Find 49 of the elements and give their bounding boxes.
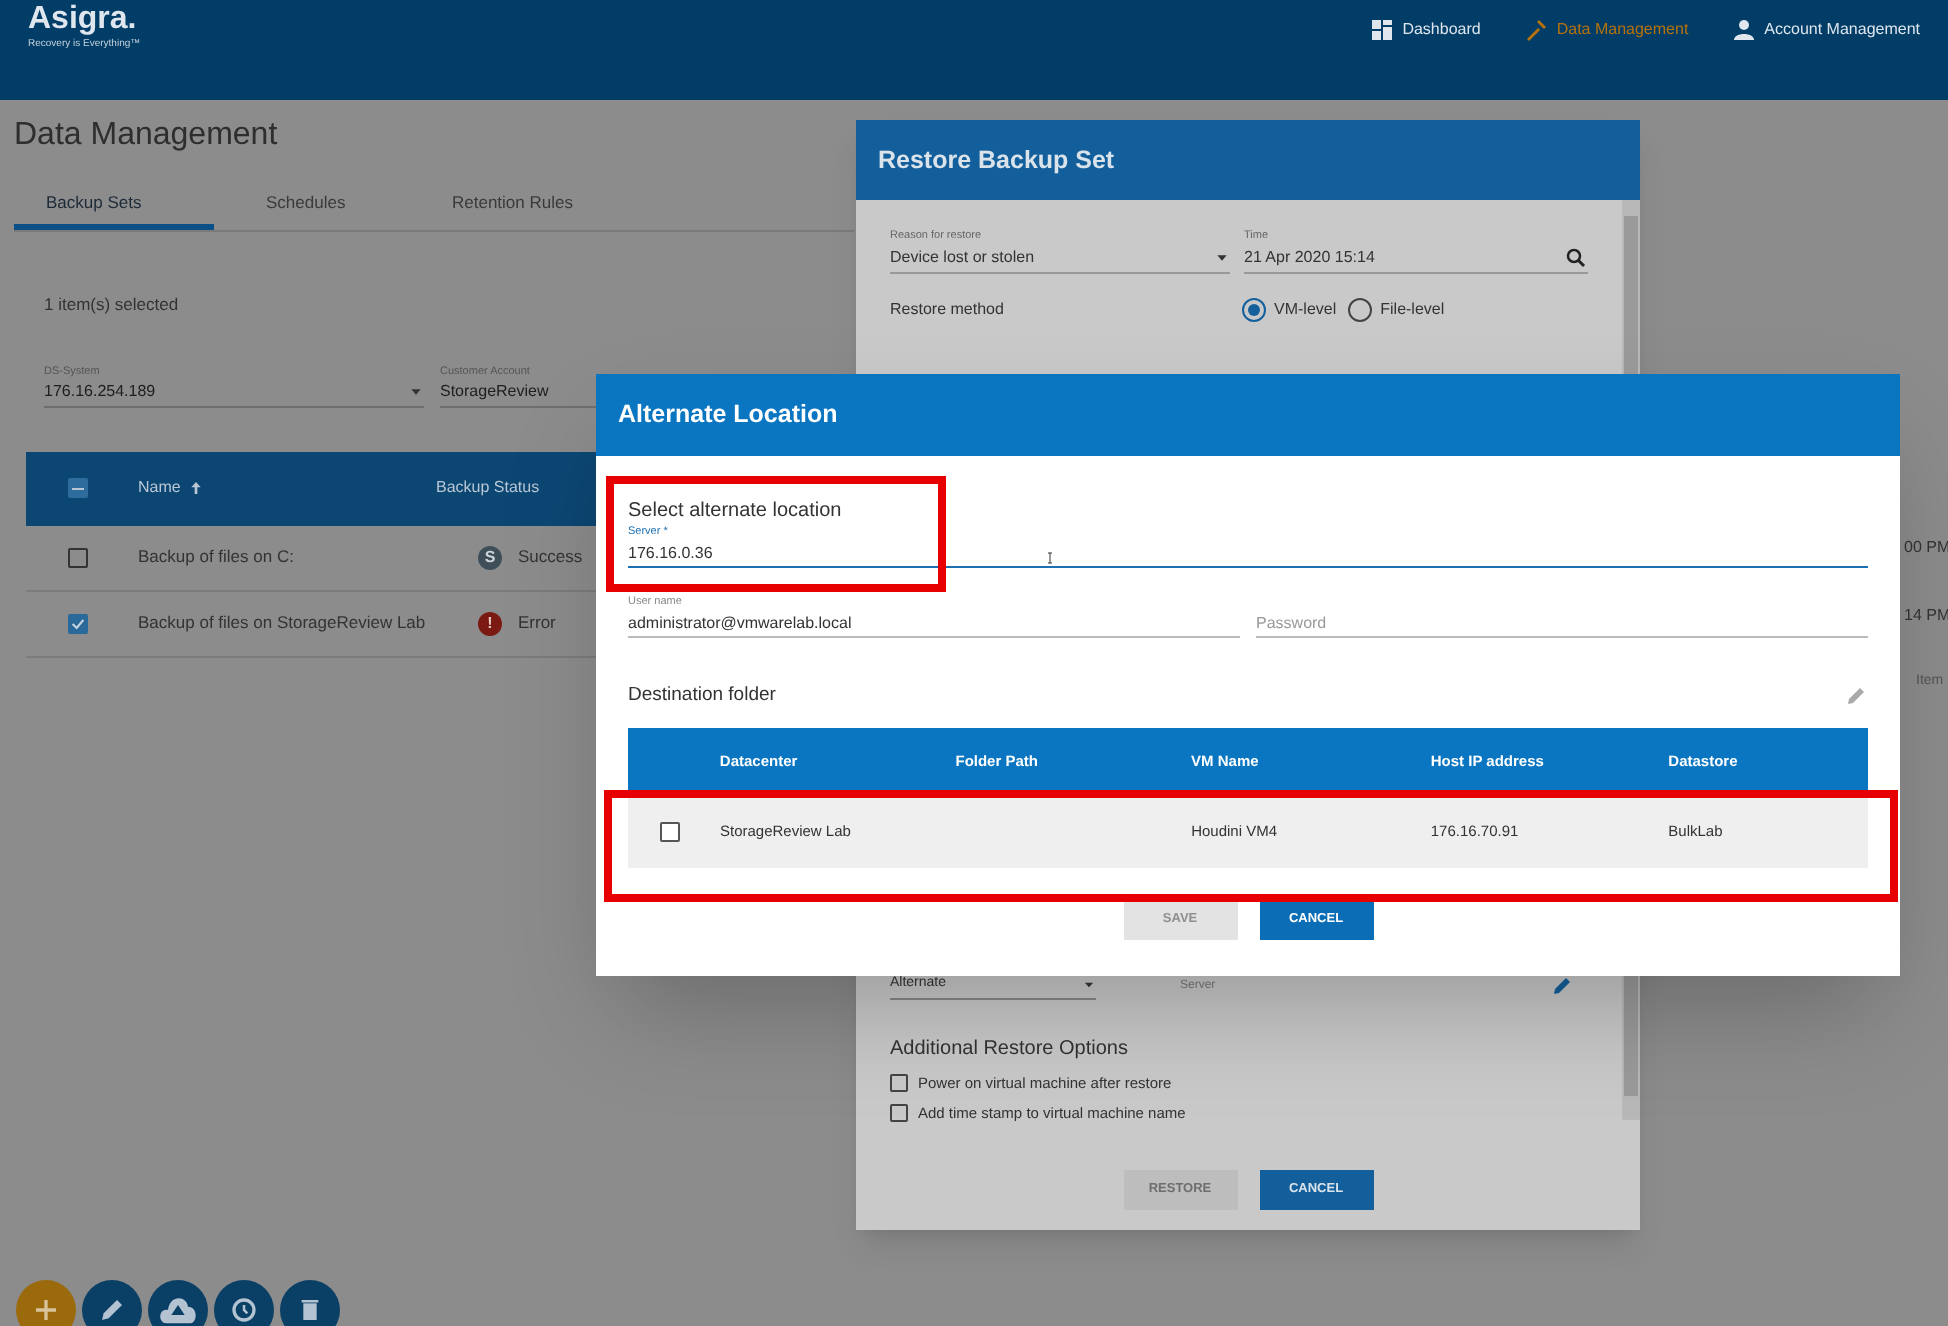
field-value: Device lost or stolen — [890, 246, 1035, 270]
action-button[interactable] — [214, 1280, 274, 1326]
row-checkbox[interactable] — [68, 613, 88, 634]
logo: Asigra. — [28, 2, 139, 38]
field-value: StorageReview — [440, 380, 549, 405]
selection-count: 1 item(s) selected — [44, 292, 179, 318]
dialog-title: Restore Backup Set — [856, 120, 1640, 200]
column-header[interactable]: Name — [138, 476, 436, 501]
check-icon — [70, 615, 86, 632]
dropdown-icon — [1214, 250, 1230, 266]
status-text: Success — [518, 544, 583, 571]
field-value: 176.16.254.189 — [44, 380, 156, 405]
section-title: Select alternate location — [628, 500, 844, 524]
sort-arrow-icon — [188, 480, 205, 497]
table-cell-text: Backup of files on StorageReview Lab — [138, 610, 428, 637]
row-checkbox[interactable] — [68, 547, 88, 568]
grid-icon — [1370, 18, 1395, 42]
page-title: Data Management — [14, 116, 280, 156]
table-cell-text: Backup of files on C: — [138, 544, 296, 571]
action-button[interactable] — [148, 1280, 208, 1326]
tools-icon — [1524, 18, 1549, 42]
section-title: Additional Restore Options — [890, 1036, 1130, 1064]
dialog-title: Alternate Location — [596, 374, 1900, 456]
action-button[interactable] — [16, 1280, 76, 1326]
nav-link[interactable]: Data Management — [1524, 18, 1689, 42]
status-badge: S — [478, 545, 502, 570]
column-header[interactable]: Backup Status — [436, 476, 540, 501]
nav-link[interactable]: Account Management — [1732, 18, 1920, 42]
radio-option[interactable]: File-level — [1348, 298, 1445, 322]
field-label: Restore method — [890, 298, 1006, 322]
text-cursor-icon — [1044, 546, 1056, 570]
action-button[interactable] — [280, 1280, 340, 1326]
status-text: Error — [518, 610, 556, 637]
search-icon[interactable] — [1564, 246, 1588, 270]
input-field[interactable]: administrator@vmwarelab.local — [628, 610, 1240, 636]
input-field[interactable]: 176.16.0.36 — [628, 540, 1868, 566]
tab[interactable]: Retention Rules — [400, 182, 640, 230]
row-checkbox[interactable] — [660, 821, 680, 842]
action-button[interactable] — [82, 1280, 142, 1326]
status-badge: ! — [478, 611, 502, 636]
tab[interactable]: Schedules — [214, 182, 400, 230]
section-title: Destination folder — [628, 682, 776, 710]
nav-link[interactable]: Dashboard — [1370, 18, 1481, 42]
tab[interactable]: Backup Sets — [14, 182, 214, 230]
person-icon — [1732, 18, 1757, 42]
header-checkbox[interactable] — [68, 478, 88, 499]
password-field[interactable]: Password — [1256, 610, 1868, 636]
radio-option[interactable]: VM-level — [1242, 298, 1337, 322]
field-value: 21 Apr 2020 15:14 — [1244, 246, 1375, 270]
